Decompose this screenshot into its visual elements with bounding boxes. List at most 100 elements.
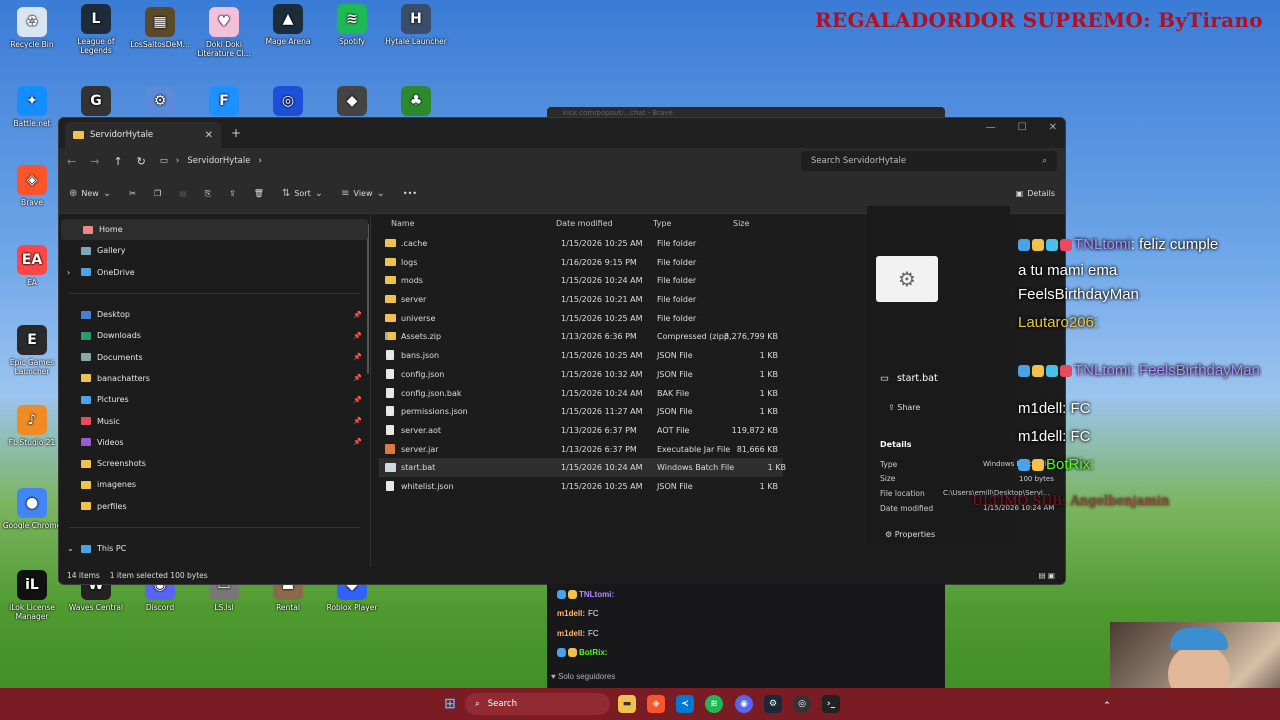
up-icon[interactable]: ↑	[113, 155, 122, 168]
tab-servidorhytale[interactable]: ServidorHytale ✕	[65, 122, 221, 148]
properties-button[interactable]: ⚙ Properties	[885, 530, 935, 539]
close-icon[interactable]: ✕	[1049, 122, 1057, 133]
sidebar-item-pictures[interactable]: Pictures 📌	[59, 389, 370, 410]
pin-icon[interactable]: 📌	[353, 311, 362, 319]
sidebar-item-imagenes[interactable]: imagenes	[59, 474, 370, 495]
rename-icon[interactable]: ⎘	[205, 189, 211, 199]
desktop-icon[interactable]: ♪ FL Studio 21	[0, 405, 64, 447]
view-button[interactable]: ≡ View ⌄	[341, 188, 385, 199]
desktop-icon[interactable]: G	[64, 86, 128, 119]
file-row[interactable]: Assets.zip 1/13/2026 6:36 PM Compressed (z…	[371, 327, 783, 346]
pin-icon[interactable]: 📌	[353, 332, 362, 340]
sidebar-item-onedrive[interactable]: › OneDrive	[59, 262, 370, 283]
back-icon[interactable]: ←	[67, 155, 76, 168]
sidebar-item-downloads[interactable]: Downloads 📌	[59, 325, 370, 346]
discord-taskbar-icon[interactable]: ◉	[735, 695, 753, 713]
new-tab-button[interactable]: +	[231, 126, 241, 140]
pin-icon[interactable]: 📌	[353, 353, 362, 361]
search-input[interactable]: Search ServidorHytale ⌕	[801, 151, 1057, 171]
delete-icon[interactable]: 🗑	[254, 189, 264, 198]
sidebar-item-desktop[interactable]: Desktop 📌	[59, 304, 370, 325]
more-options-icon[interactable]: •••	[403, 189, 417, 198]
column-name[interactable]: Name	[391, 219, 415, 228]
file-row[interactable]: whitelist.json 1/15/2026 10:25 AM JSON Fil…	[371, 477, 783, 496]
forward-icon[interactable]: →	[90, 155, 99, 168]
desktop-icon[interactable]: F	[192, 86, 256, 119]
column-type[interactable]: Type	[653, 219, 671, 228]
brave-taskbar-icon[interactable]: ◈	[647, 695, 665, 713]
refresh-icon[interactable]: ↻	[137, 155, 146, 168]
column-size[interactable]: Size	[733, 219, 749, 228]
details-button[interactable]: ▣ Details	[1016, 189, 1055, 198]
desktop-icon[interactable]: ♻ Recycle Bin	[0, 7, 64, 49]
sidebar-item-documents[interactable]: Documents 📌	[59, 346, 370, 367]
chevron-right-icon[interactable]: ›	[67, 268, 70, 277]
taskbar-search[interactable]: ⌕ Search	[465, 693, 610, 715]
file-row[interactable]: start.bat 1/15/2026 10:24 AM Windows Batch…	[379, 458, 786, 477]
desktop-icon[interactable]: ◈ Brave	[0, 165, 64, 207]
desktop-icon[interactable]: ✦ Battle.net	[0, 86, 64, 128]
file-row[interactable]: logs 1/16/2026 9:15 PM File folder	[371, 253, 783, 272]
sidebar-item-perfiles[interactable]: perfiles	[59, 496, 370, 517]
paste-icon[interactable]: ▤	[179, 189, 187, 198]
desktop-icon[interactable]: ◆	[320, 86, 384, 119]
windows-start-icon[interactable]: ⊞	[441, 695, 459, 713]
file-row[interactable]: .cache 1/15/2026 10:25 AM File folder	[371, 234, 783, 253]
desktop-icon[interactable]: ● Google Chrome	[0, 488, 64, 530]
file-row[interactable]: bans.json 1/15/2026 10:25 AM JSON File 1 KB	[371, 346, 783, 365]
desktop-icon[interactable]: E Epic Games Launcher	[0, 325, 64, 376]
file-row[interactable]: config.json.bak 1/15/2026 10:24 AM BAK Fil…	[371, 384, 783, 403]
desktop-icon[interactable]: ♥ Doki Doki Literature Cl...	[192, 7, 256, 58]
sidebar-item-videos[interactable]: Videos 📌	[59, 432, 370, 453]
desktop-icon[interactable]: ▲ Mage Arena	[256, 4, 320, 46]
steam-taskbar-icon[interactable]: ⚙	[764, 695, 782, 713]
column-date[interactable]: Date modified	[556, 219, 613, 228]
cut-icon[interactable]: ✂	[129, 189, 136, 198]
desktop-icon[interactable]: iL iLok License Manager	[0, 570, 64, 621]
desktop-icon[interactable]: ⚙	[128, 86, 192, 119]
file-explorer-taskbar-icon[interactable]: ▬	[618, 695, 636, 713]
maximize-icon[interactable]: ☐	[1018, 122, 1027, 133]
share-button[interactable]: ⇪ Share	[888, 403, 920, 412]
file-row[interactable]: permissions.json 1/15/2026 11:27 AM JSON F…	[371, 402, 783, 421]
copy-icon[interactable]: ❐	[154, 189, 161, 198]
desktop-icon[interactable]: ▦ LosSaltosDeM...	[128, 7, 192, 49]
sort-button[interactable]: ⇅ Sort ⌄	[282, 188, 323, 199]
vscode-taskbar-icon[interactable]: ≺	[676, 695, 694, 713]
sidebar-item-banachatters[interactable]: banachatters 📌	[59, 368, 370, 389]
sidebar-item-this-pc[interactable]: ⌄ This PC	[59, 538, 370, 559]
spotify-taskbar-icon[interactable]: ≋	[705, 695, 723, 713]
sidebar-item-music[interactable]: Music 📌	[59, 410, 370, 431]
file-row[interactable]: universe 1/15/2026 10:25 AM File folder	[371, 309, 783, 328]
file-row[interactable]: mods 1/15/2026 10:24 AM File folder	[371, 271, 783, 290]
view-toggle-icons[interactable]: ▤ ▣	[1038, 571, 1055, 580]
chevron-right-icon[interactable]: ⌄	[67, 544, 74, 553]
pin-icon[interactable]: 📌	[353, 417, 362, 425]
desktop-icon[interactable]: L League of Legends	[64, 4, 128, 55]
file-row[interactable]: config.json 1/15/2026 10:32 AM JSON File 1 …	[371, 365, 783, 384]
breadcrumb-item[interactable]: ServidorHytale	[187, 156, 250, 166]
tray-chevron-icon[interactable]: ⌃	[1098, 697, 1116, 715]
desktop-icon[interactable]: EA EA	[0, 245, 64, 287]
sidebar-item-gallery[interactable]: Gallery	[59, 240, 370, 261]
desktop-icon[interactable]: ≋ Spotify	[320, 4, 384, 46]
minimize-icon[interactable]: —	[986, 122, 996, 133]
file-row[interactable]: server 1/15/2026 10:21 AM File folder	[371, 290, 783, 309]
file-row[interactable]: server.jar 1/13/2026 6:37 PM Executable Ja…	[371, 440, 783, 459]
pin-icon[interactable]: 📌	[353, 374, 362, 382]
terminal-taskbar-icon[interactable]: ›_	[822, 695, 840, 713]
sidebar-item-screenshots[interactable]: Screenshots	[59, 453, 370, 474]
desktop-icon[interactable]: ◎	[256, 86, 320, 119]
pin-icon[interactable]: 📌	[353, 396, 362, 404]
obs-taskbar-icon[interactable]: ◎	[793, 695, 811, 713]
desktop-icon[interactable]: H Hytale Launcher	[384, 4, 448, 46]
share-icon[interactable]: ⇪	[229, 189, 236, 198]
desktop-icon[interactable]: ♣	[384, 86, 448, 119]
sidebar-item-home[interactable]: Home	[61, 219, 368, 241]
new-button[interactable]: ⊕ New ⌄	[69, 188, 111, 199]
breadcrumb[interactable]: ▭ › ServidorHytale ›	[160, 156, 740, 166]
close-tab-icon[interactable]: ✕	[205, 130, 213, 141]
file-row[interactable]: server.aot 1/13/2026 6:37 PM AOT File 119,8…	[371, 421, 783, 440]
pin-icon[interactable]: 📌	[353, 438, 362, 446]
browser-chat-line: TNLtomi:	[557, 590, 617, 600]
